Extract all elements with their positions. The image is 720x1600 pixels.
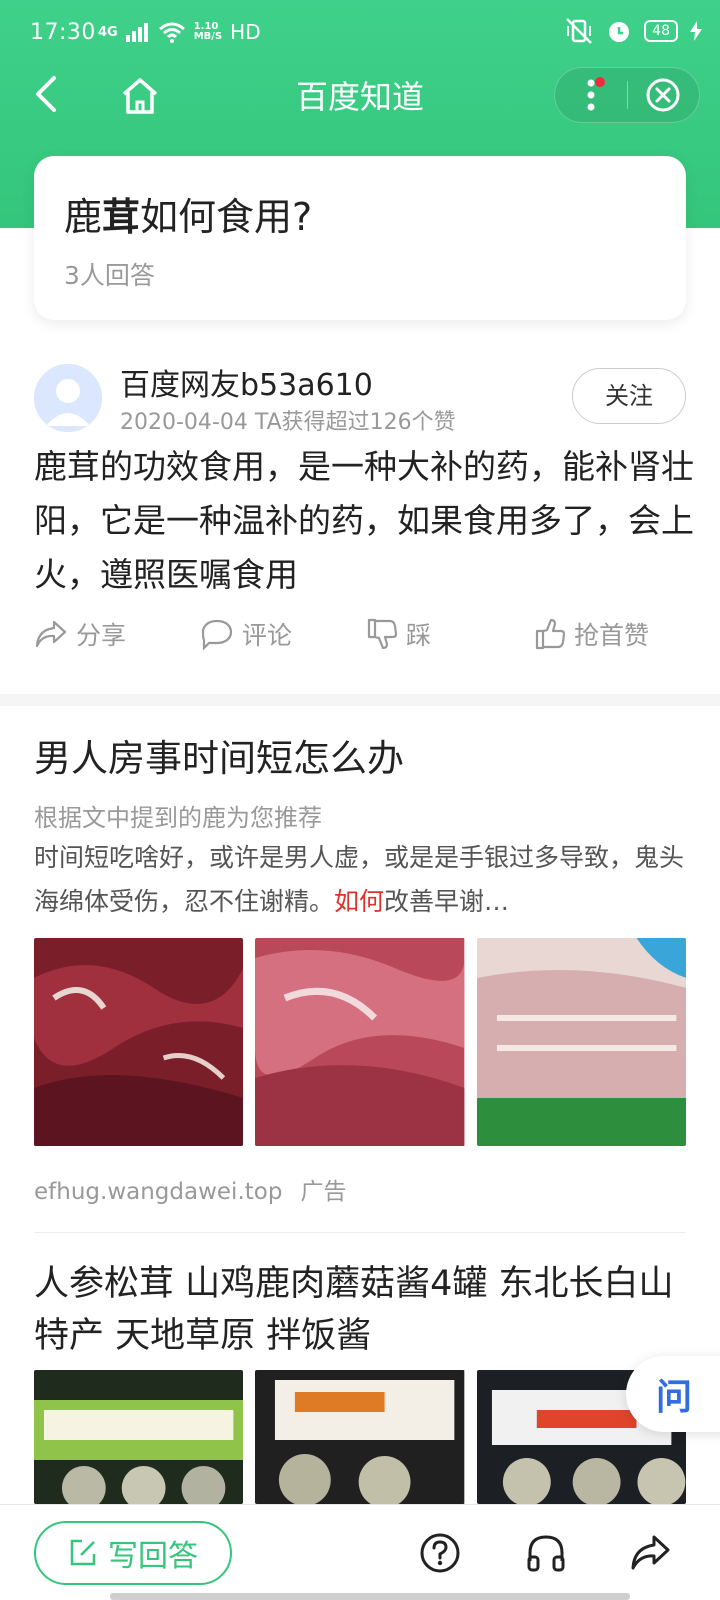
follow-button[interactable]: 关注 <box>572 368 686 424</box>
charging-icon <box>690 21 702 41</box>
wifi-icon <box>158 22 185 43</box>
miniapp-capsule <box>554 67 700 123</box>
more-button[interactable] <box>555 67 627 123</box>
write-answer-button[interactable]: 写回答 <box>34 1521 232 1585</box>
ad-desc-after: 改善早谢… <box>384 887 510 916</box>
ad2-image-row <box>34 1370 686 1504</box>
more-dots-icon <box>587 79 595 111</box>
question-card[interactable]: 鹿茸如何食用? 3人回答 <box>34 156 686 320</box>
first-like-button[interactable]: 抢首赞 <box>534 616 649 652</box>
ad-desc-highlight: 如何 <box>334 887 385 916</box>
dislike-label: 踩 <box>406 621 432 650</box>
share-icon[interactable] <box>628 1531 672 1575</box>
headphones-icon[interactable] <box>524 1531 568 1575</box>
ad2-image[interactable] <box>255 1370 465 1504</box>
status-bar: 17:30 4G 1.10 MB/S HD 48 <box>0 0 720 64</box>
ad-image-row <box>34 938 686 1146</box>
first-like-label: 抢首赞 <box>574 621 650 650</box>
comment-icon <box>201 619 233 650</box>
network-speed: 1.10 MB/S <box>193 21 223 42</box>
question-title-prefix: 鹿 <box>64 195 103 239</box>
question-title: 鹿茸如何食用? <box>64 186 312 241</box>
comment-button[interactable]: 评论 <box>200 616 292 652</box>
status-icons-left: 4G 1.10 MB/S HD <box>98 20 261 44</box>
edit-icon <box>70 1539 96 1566</box>
nav-bar: 百度知道 <box>0 64 720 134</box>
question-title-suffix: 如何食用? <box>140 195 313 239</box>
ad-image[interactable] <box>255 938 465 1146</box>
ask-float-button[interactable]: 问 <box>626 1356 720 1432</box>
likes-info: TA获得超过126个赞 <box>254 410 456 435</box>
bottom-bar: 写回答 <box>0 1504 720 1600</box>
ad-image[interactable] <box>34 938 244 1146</box>
share-icon <box>35 620 67 648</box>
status-icons-right: 48 <box>564 18 702 44</box>
share-label: 分享 <box>76 621 127 650</box>
home-indicator <box>110 1593 630 1600</box>
notification-dot <box>594 77 605 87</box>
signal-icon <box>125 23 148 42</box>
mute-vibrate-icon <box>566 18 593 44</box>
alarm-icon <box>609 22 630 42</box>
ad-divider <box>34 1232 686 1233</box>
battery-indicator: 48 <box>644 20 678 42</box>
status-time: 17:30 <box>30 20 96 45</box>
hd-indicator: HD <box>230 20 261 44</box>
ad-tag: 广告 <box>300 1179 347 1205</box>
answer-actions: 分享 评论 踩 抢首赞 <box>34 616 686 656</box>
dislike-button[interactable]: 踩 <box>366 616 431 652</box>
ad-subtitle: 根据文中提到的鹿为您推荐 <box>34 804 322 832</box>
network-type: 4G <box>98 24 118 40</box>
ad-title[interactable]: 男人房事时间短怎么办 <box>34 728 404 782</box>
ad-source: efhug.wangdawei.top 广告 <box>34 1172 346 1206</box>
ad-image[interactable] <box>476 938 686 1146</box>
answer-date: 2020-04-04 <box>120 410 248 435</box>
ad-description: 时间短吃啥好，或许是男人虚，或是是手银过多导致，鬼头海绵体受伤，忍不住谢精。如何… <box>34 836 686 924</box>
ad2-title[interactable]: 人参松茸 山鸡鹿肉蘑菇酱4罐 东北长白山特产 天地草原 拌饭酱 <box>34 1258 694 1362</box>
share-button[interactable]: 分享 <box>34 616 126 652</box>
answer-count: 3人回答 <box>64 261 155 290</box>
write-answer-label: 写回答 <box>108 1539 198 1574</box>
help-icon[interactable] <box>418 1531 462 1575</box>
ad2-image[interactable] <box>34 1370 244 1504</box>
thumbs-down-icon <box>367 618 398 650</box>
ad-source-url[interactable]: efhug.wangdawei.top <box>34 1179 282 1205</box>
answer-text: 鹿茸的功效食用，是一种大补的药，能补肾壮阳，它是一种温补的药，如果食用多了，会上… <box>34 447 694 594</box>
default-avatar-icon <box>34 364 102 432</box>
username[interactable]: 百度网友b53a610 <box>120 360 373 404</box>
close-icon <box>646 78 680 112</box>
comment-label: 评论 <box>242 621 293 650</box>
section-separator <box>0 694 720 706</box>
close-button[interactable] <box>628 67 700 123</box>
question-title-bold: 茸 <box>102 195 141 239</box>
answer-meta: 2020-04-04 TA获得超过126个赞 <box>120 404 456 436</box>
avatar[interactable] <box>34 364 102 432</box>
ask-label: 问 <box>656 1377 693 1418</box>
thumbs-up-icon <box>535 618 566 650</box>
